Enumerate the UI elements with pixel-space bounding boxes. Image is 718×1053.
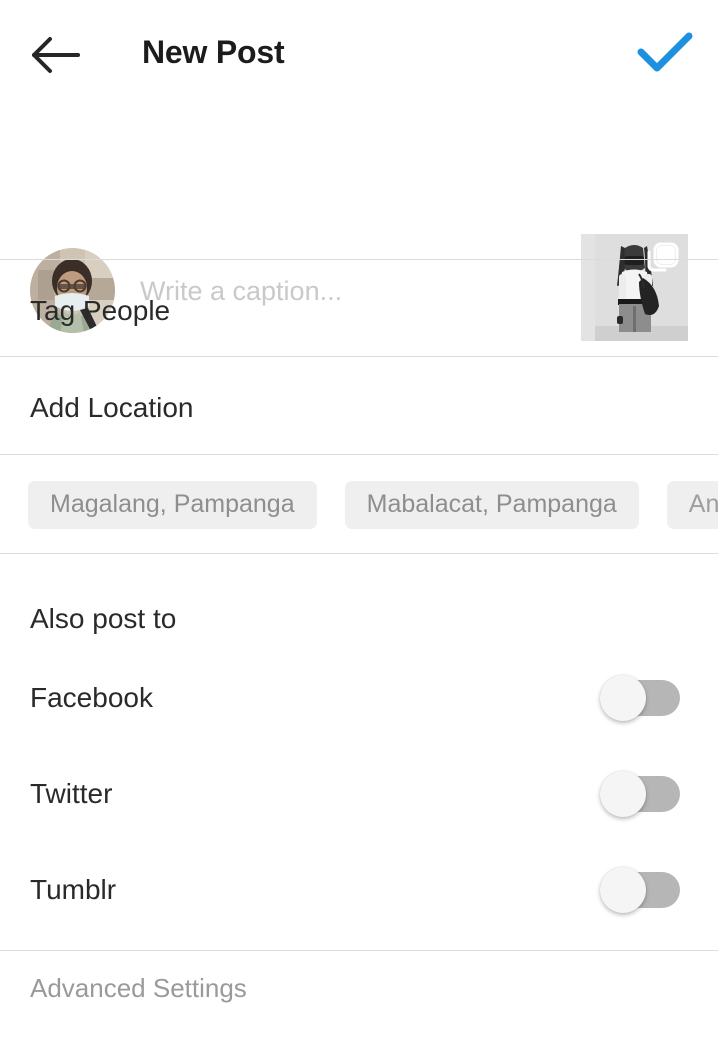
facebook-label: Facebook xyxy=(30,682,153,713)
also-post-to-heading: Also post to xyxy=(30,603,177,634)
twitter-toggle[interactable] xyxy=(600,771,680,817)
also-post-to-twitter-row[interactable]: Twitter xyxy=(0,746,718,842)
divider-tag-people xyxy=(0,356,718,357)
also-post-to-tumblr-row[interactable]: Tumblr xyxy=(0,842,718,938)
add-location-label: Add Location xyxy=(30,392,194,423)
new-post-screen: New Post Write a caption... Tag People A… xyxy=(0,0,718,1053)
tumblr-label: Tumblr xyxy=(30,874,117,905)
check-icon xyxy=(636,31,694,75)
also-post-to-facebook-row[interactable]: Facebook xyxy=(0,650,718,746)
advanced-settings-link[interactable]: Advanced Settings xyxy=(30,970,247,1006)
tag-people-label: Tag People xyxy=(30,295,171,326)
page-title: New Post xyxy=(142,34,285,70)
divider-chips xyxy=(0,553,718,554)
add-location-row[interactable]: Add Location xyxy=(0,360,718,456)
divider-advanced xyxy=(0,950,718,951)
back-button[interactable] xyxy=(26,26,84,84)
location-chip[interactable]: Angeles City xyxy=(666,480,718,529)
caption-row xyxy=(0,103,718,341)
location-chip[interactable]: Magalang, Pampanga xyxy=(28,480,317,529)
twitter-label: Twitter xyxy=(30,778,113,809)
app-header: New Post xyxy=(0,0,718,103)
toggle-knob xyxy=(600,867,646,913)
toggle-knob xyxy=(600,675,646,721)
facebook-toggle[interactable] xyxy=(600,675,680,721)
tag-people-row[interactable]: Tag People xyxy=(0,263,718,359)
tumblr-toggle[interactable] xyxy=(600,867,680,913)
toggle-knob xyxy=(600,771,646,817)
location-suggestions-list[interactable]: Magalang, Pampanga Mabalacat, Pampanga A… xyxy=(0,455,718,554)
divider-caption xyxy=(0,259,718,260)
arrow-left-icon xyxy=(30,35,80,75)
share-button[interactable] xyxy=(634,24,696,82)
location-chip[interactable]: Mabalacat, Pampanga xyxy=(344,480,639,529)
